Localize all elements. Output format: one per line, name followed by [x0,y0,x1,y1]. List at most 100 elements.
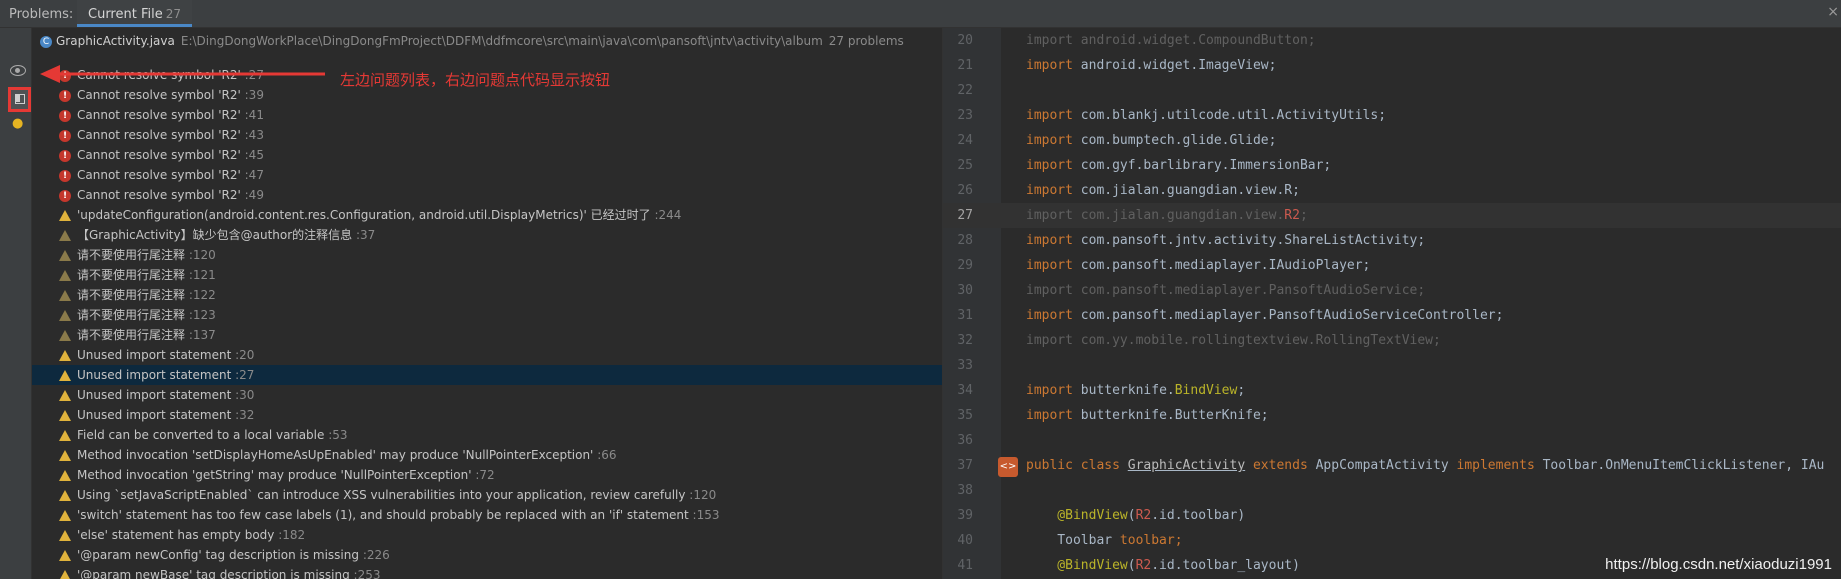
code-token: import [1026,58,1081,73]
problem-row[interactable]: 【GraphicActivity】缺少包含@author的注释信息 :37 [32,225,942,245]
code-line[interactable]: 34 import butterknife.BindView; [943,378,1841,403]
code-token: com.pansoft.jntv.activity.ShareListActiv… [1080,233,1426,248]
problem-row[interactable]: Cannot resolve symbol 'R2' :47 [32,165,942,185]
code-token: import [1026,308,1081,323]
line-number: 24 [957,133,973,148]
code-preview-editor[interactable]: <> 20 import android.widget.CompoundButto… [943,28,1841,579]
line-number: 22 [957,83,973,98]
code-token: R2 [1135,508,1152,523]
problem-message: Cannot resolve symbol 'R2' [77,88,241,102]
code-token: Toolbar.OnMenuItemClickListener, IAu [1542,458,1825,473]
code-token: com.blankj.utilcode.util.ActivityUtils; [1080,108,1387,123]
warning-icon [59,550,71,561]
problem-row[interactable]: 请不要使用行尾注释 :137 [32,325,942,345]
bulb-icon[interactable]: ● [12,116,23,131]
code-token: @BindView [1026,508,1128,523]
problem-row[interactable]: 'switch' statement has too few case labe… [32,505,942,525]
problem-message: '@param newBase' tag description is miss… [77,568,350,579]
weak-icon [59,330,71,341]
code-line[interactable]: 21 import android.widget.ImageView; [943,53,1841,78]
code-line[interactable]: 36 [943,428,1841,453]
problem-line-number: :121 [188,268,216,282]
problem-line-number: :123 [188,308,216,322]
problem-row[interactable]: Cannot resolve symbol 'R2' :41 [32,105,942,125]
code-token: com.gyf.barlibrary.ImmersionBar; [1080,158,1332,173]
code-line[interactable]: 31 import com.pansoft.mediaplayer.Pansoft… [943,303,1841,328]
warning-icon [59,390,71,401]
code-line[interactable]: 20 import android.widget.CompoundButton; [943,28,1841,53]
code-line[interactable]: 37 public class GraphicActivity extends A… [943,453,1841,478]
problem-line-number: :43 [244,128,264,142]
code-token: @BindView [1026,558,1128,573]
tab-current-file[interactable]: Current File 27 [77,0,192,27]
line-number: 26 [957,183,973,198]
code-line[interactable]: 38 [943,478,1841,503]
code-line[interactable]: 29 import com.pansoft.mediaplayer.IAudioP… [943,253,1841,278]
warning-icon [59,410,71,421]
problem-row[interactable]: Unused import statement :20 [32,345,942,365]
file-group-row[interactable]: C GraphicActivity.java E:\DingDongWorkPlac… [40,31,904,51]
problem-row[interactable]: 'else' statement has empty body :182 [32,525,942,545]
problem-row[interactable]: 'updateConfiguration(android.content.res… [32,205,942,225]
problem-row[interactable]: Cannot resolve symbol 'R2' :49 [32,185,942,205]
problems-tabbar: Problems: Current File 27 × [0,0,1841,28]
code-token: com.jialan.guangdian.view.R; [1080,183,1300,198]
code-text: import android.widget.ImageView; [1026,53,1276,78]
code-token: import [1026,383,1081,398]
problem-line-number: :182 [278,528,306,542]
code-line[interactable]: 28 import com.pansoft.jntv.activity.Share… [943,228,1841,253]
code-line[interactable]: 25 import com.gyf.barlibrary.ImmersionBar… [943,153,1841,178]
problem-row[interactable]: Method invocation 'getString' may produc… [32,465,942,485]
code-token: com.pansoft.mediaplayer.PansoftAudioServ… [1080,308,1504,323]
code-token: R2 [1284,208,1300,223]
code-text: import butterknife.ButterKnife; [1026,403,1269,428]
warning-icon [59,510,71,521]
code-token: import [1026,158,1081,173]
code-line[interactable]: 27 import com.jialan.guangdian.view.R2; [943,203,1841,228]
code-line[interactable]: 23 import com.blankj.utilcode.util.Activi… [943,103,1841,128]
code-text: import com.pansoft.jntv.activity.ShareLi… [1026,228,1425,253]
problem-message: Cannot resolve symbol 'R2' [77,108,241,122]
problem-message: 请不要使用行尾注释 [77,288,186,302]
code-line[interactable]: 22 [943,78,1841,103]
problem-row[interactable]: '@param newBase' tag description is miss… [32,565,942,579]
code-token: extends [1245,458,1316,473]
problem-row[interactable]: Using `setJavaScriptEnabled` can introdu… [32,485,942,505]
problem-row[interactable]: 请不要使用行尾注释 :121 [32,265,942,285]
problem-row[interactable]: Method invocation 'setDisplayHomeAsUpEna… [32,445,942,465]
problem-message: 请不要使用行尾注释 [77,248,186,262]
line-number: 36 [957,433,973,448]
code-line[interactable]: 30 import com.pansoft.mediaplayer.Pansoft… [943,278,1841,303]
problem-row[interactable]: Field can be converted to a local variab… [32,425,942,445]
problem-row[interactable]: Cannot resolve symbol 'R2' :43 [32,125,942,145]
code-text: import com.pansoft.mediaplayer.PansoftAu… [1026,278,1425,303]
problem-message: 'updateConfiguration(android.content.res… [77,208,651,222]
code-token: GraphicActivity [1127,458,1246,473]
problem-row[interactable]: Unused import statement :32 [32,405,942,425]
code-line[interactable]: 35 import butterknife.ButterKnife; [943,403,1841,428]
line-number: 38 [957,483,973,498]
line-number: 31 [957,308,973,323]
code-token: android.widget.CompoundButton; [1080,33,1316,48]
code-line[interactable]: 24 import com.bumptech.glide.Glide; [943,128,1841,153]
close-icon[interactable]: × [1827,4,1839,20]
preview-toggle-button[interactable] [8,87,31,112]
problem-row[interactable]: 请不要使用行尾注释 :120 [32,245,942,265]
code-line[interactable]: 40 Toolbar toolbar; [943,528,1841,553]
problem-message: Unused import statement [77,348,232,362]
problem-row[interactable]: Unused import statement :27 [32,365,942,385]
problem-row[interactable]: Cannot resolve symbol 'R2' :45 [32,145,942,165]
problem-row[interactable]: '@param newConfig' tag description is mi… [32,545,942,565]
error-icon [59,109,71,122]
problem-row[interactable]: 请不要使用行尾注释 :123 [32,305,942,325]
code-line[interactable]: 39 @BindView(R2.id.toolbar) [943,503,1841,528]
problem-line-number: :30 [235,388,255,402]
eye-icon[interactable] [10,65,26,76]
problem-row[interactable]: Unused import statement :30 [32,385,942,405]
code-line[interactable]: 32 import com.yy.mobile.rollingtextview.R… [943,328,1841,353]
problem-line-number: :37 [356,228,376,242]
warning-icon [59,210,71,221]
code-line[interactable]: 33 [943,353,1841,378]
code-line[interactable]: 26 import com.jialan.guangdian.view.R; [943,178,1841,203]
problem-row[interactable]: 请不要使用行尾注释 :122 [32,285,942,305]
